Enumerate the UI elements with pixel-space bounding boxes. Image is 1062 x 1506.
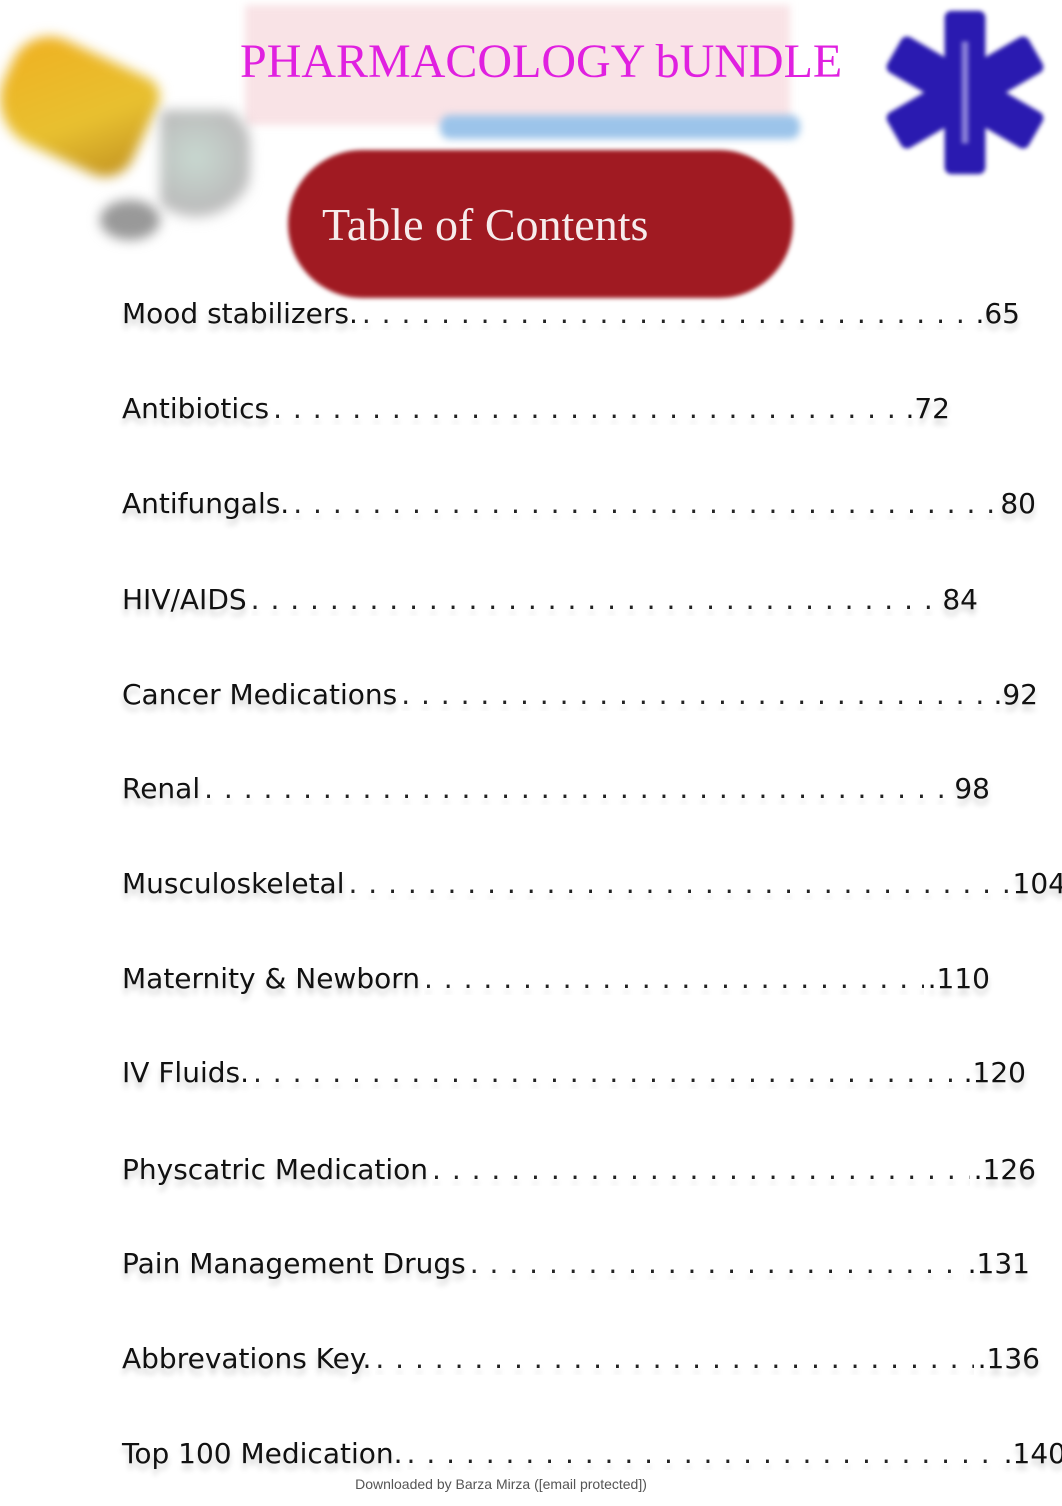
toc-entry-page: .92 (993, 678, 1038, 711)
toc-entry-page: .136 (977, 1342, 1040, 1375)
toc-entry-page: .131 (967, 1247, 1030, 1280)
header-banner-bar (440, 115, 800, 139)
toc-entry-label: Top 100 Medication. (122, 1437, 403, 1470)
toc-entry: Pain Management Drugs .131 (122, 1240, 1030, 1280)
toc-entry-label: HIV/AIDS (122, 583, 247, 616)
toc-entry: Antifungals. 80 (122, 480, 1036, 520)
toc-entry-label: Renal (122, 772, 201, 805)
dot-leader (251, 583, 939, 616)
dot-leader (470, 1247, 964, 1280)
toc-entry-page: .110 (927, 962, 990, 995)
toc-entry-label: Antibiotics (122, 392, 270, 425)
dot-leader (362, 297, 972, 330)
document-title: PHARMACOLOGY bUNDLE (240, 35, 843, 88)
toc-entry: Antibiotics .72 (122, 385, 950, 425)
star-of-life-icon (886, 10, 1044, 175)
toc-entry: Top 100 Medication. .140 (122, 1430, 1062, 1470)
dot-leader (293, 487, 996, 520)
toc-entry: Musculoskeletal 104 (122, 860, 1062, 900)
toc-entry-page: 98 (954, 772, 990, 805)
toc-entry-label: Maternity & Newborn (122, 962, 420, 995)
toc-entry: Renal 98 (122, 765, 990, 805)
toc-entry: HIV/AIDS 84 (122, 576, 978, 616)
toc-entry: IV Fluids. .120 (122, 1049, 1026, 1089)
toc-entry-label: Cancer Medications (122, 678, 398, 711)
toc-entry-label: Musculoskeletal (122, 867, 345, 900)
toc-entry-label: Physcatric Medication (122, 1153, 429, 1186)
toc-entry: Physcatric Medication .126 (122, 1146, 1036, 1186)
dot-leader (424, 962, 924, 995)
toc-entry: Mood stabilizers. .65 (122, 290, 1020, 330)
pill-image (100, 200, 160, 240)
pill-bottle-image (0, 23, 167, 187)
dot-leader (401, 678, 989, 711)
toc-entry: Abbrevations Key. .136 (122, 1335, 1040, 1375)
toc-entry-label: Abbrevations Key. (122, 1342, 372, 1375)
toc-entry-label: IV Fluids. (122, 1056, 249, 1089)
toc-entry-page: .140 (1003, 1437, 1062, 1470)
toc-entry-label: Mood stabilizers. (122, 297, 358, 330)
toc-entry-page: .120 (963, 1056, 1026, 1089)
toc-entry-page: .126 (973, 1153, 1036, 1186)
toc-entry-label: Antifungals. (122, 487, 290, 520)
dot-leader (253, 1056, 960, 1089)
download-footer: Downloaded by Barza Mirza ([email protec… (355, 1476, 647, 1492)
dot-leader (204, 772, 950, 805)
dot-leader (349, 867, 1009, 900)
toc-entry-page: 84 (942, 583, 978, 616)
toc-entry-page: 80 (1000, 487, 1036, 520)
toc-entry: Maternity & Newborn .110 (122, 955, 990, 995)
toc-entry: Cancer Medications .92 (122, 671, 1038, 711)
toc-entry-page: 104 (1012, 867, 1062, 900)
toc-entry-page: .65 (975, 297, 1020, 330)
dot-leader (375, 1342, 973, 1375)
dot-leader (273, 392, 901, 425)
dot-leader (432, 1153, 970, 1186)
toc-heading: Table of Contents (322, 199, 649, 250)
dot-leader (407, 1437, 1000, 1470)
pills-image (160, 110, 250, 230)
toc-entry-page: .72 (905, 392, 950, 425)
toc-entry-label: Pain Management Drugs (122, 1247, 466, 1280)
